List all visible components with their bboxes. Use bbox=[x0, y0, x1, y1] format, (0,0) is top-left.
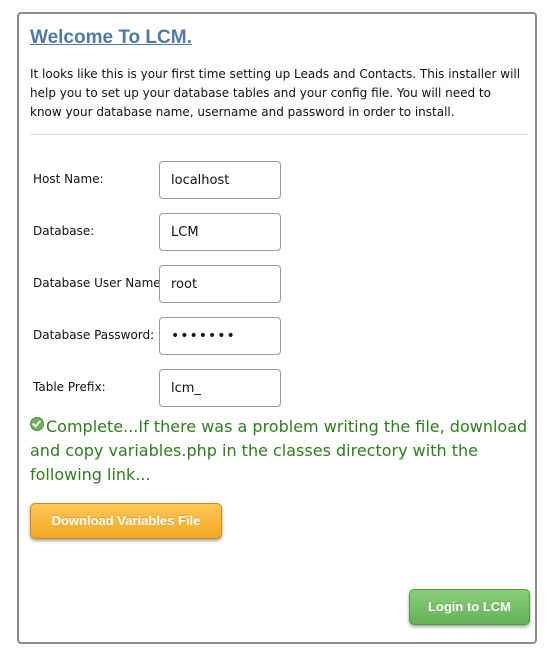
status-text: Complete...If there was a problem writin… bbox=[30, 417, 528, 484]
divider bbox=[30, 134, 528, 135]
intro-text: It looks like this is your first time se… bbox=[30, 67, 521, 119]
database-row: Database: bbox=[33, 213, 293, 251]
status-message: Complete...If there was a problem writin… bbox=[30, 415, 528, 487]
download-variables-button[interactable]: Download Variables File bbox=[30, 503, 222, 539]
password-row: Database Password: bbox=[33, 317, 293, 355]
prefix-label: Table Prefix: bbox=[33, 380, 106, 394]
prefix-input[interactable] bbox=[159, 369, 281, 407]
host-row: Host Name: bbox=[33, 161, 293, 199]
host-label: Host Name: bbox=[33, 172, 104, 186]
installer-panel: Welcome To LCM. It looks like this is yo… bbox=[17, 12, 537, 644]
host-input[interactable] bbox=[159, 161, 281, 199]
check-circle-icon bbox=[30, 417, 44, 431]
database-input[interactable] bbox=[159, 213, 281, 251]
database-label: Database: bbox=[33, 224, 95, 238]
user-label: Database User Name: bbox=[33, 276, 165, 290]
password-label: Database Password: bbox=[33, 328, 155, 342]
user-input[interactable] bbox=[159, 265, 281, 303]
user-row: Database User Name: bbox=[33, 265, 293, 303]
login-button[interactable]: Login to LCM bbox=[409, 589, 530, 625]
password-input[interactable] bbox=[159, 317, 281, 355]
page-title: Welcome To LCM. bbox=[30, 27, 192, 48]
prefix-row: Table Prefix: bbox=[33, 369, 293, 407]
